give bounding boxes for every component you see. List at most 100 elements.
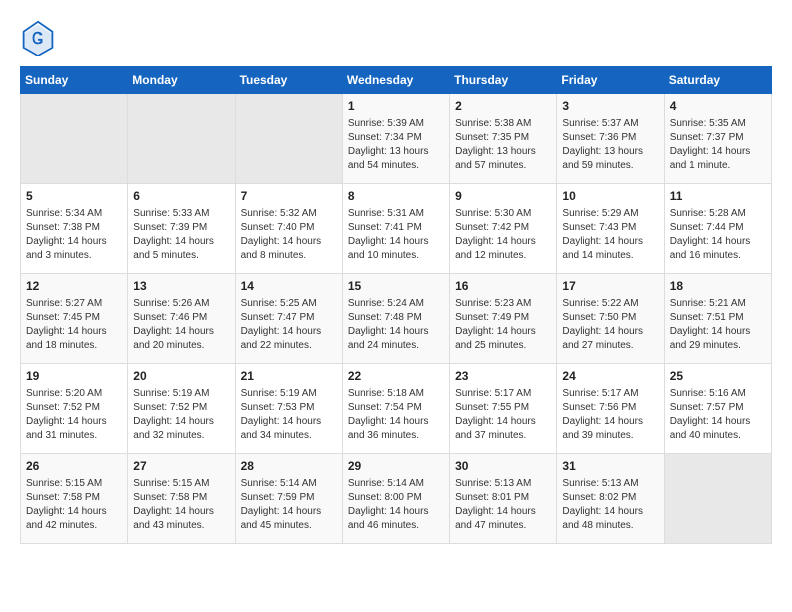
day-info-text: Sunrise: 5:37 AM	[562, 117, 658, 131]
day-info-text: and 16 minutes.	[670, 249, 766, 263]
calendar-week-row: 12Sunrise: 5:27 AMSunset: 7:45 PMDayligh…	[21, 274, 772, 364]
day-info-text: Sunrise: 5:35 AM	[670, 117, 766, 131]
day-info-text: Sunrise: 5:29 AM	[562, 207, 658, 221]
day-number: 1	[348, 98, 444, 115]
day-info-text: Daylight: 14 hours	[455, 505, 551, 519]
calendar-cell: 31Sunrise: 5:13 AMSunset: 8:02 PMDayligh…	[557, 454, 664, 544]
day-info-text: Sunrise: 5:19 AM	[241, 387, 337, 401]
calendar-cell	[235, 94, 342, 184]
day-info-text: Sunrise: 5:14 AM	[348, 477, 444, 491]
day-info-text: and 37 minutes.	[455, 429, 551, 443]
day-info-text: Sunset: 7:48 PM	[348, 311, 444, 325]
day-info-text: Sunset: 7:45 PM	[26, 311, 122, 325]
day-info-text: Sunrise: 5:19 AM	[133, 387, 229, 401]
day-number: 20	[133, 368, 229, 385]
day-info-text: Sunset: 7:57 PM	[670, 401, 766, 415]
day-info-text: Sunrise: 5:24 AM	[348, 297, 444, 311]
calendar-cell: 19Sunrise: 5:20 AMSunset: 7:52 PMDayligh…	[21, 364, 128, 454]
day-info-text: and 46 minutes.	[348, 519, 444, 533]
day-info-text: Sunset: 7:40 PM	[241, 221, 337, 235]
calendar-cell: 1Sunrise: 5:39 AMSunset: 7:34 PMDaylight…	[342, 94, 449, 184]
day-info-text: Sunrise: 5:13 AM	[455, 477, 551, 491]
day-info-text: Sunset: 7:38 PM	[26, 221, 122, 235]
day-info-text: Sunrise: 5:17 AM	[562, 387, 658, 401]
day-info-text: Daylight: 14 hours	[562, 415, 658, 429]
day-info-text: Sunrise: 5:39 AM	[348, 117, 444, 131]
day-info-text: Daylight: 14 hours	[26, 505, 122, 519]
calendar-cell: 14Sunrise: 5:25 AMSunset: 7:47 PMDayligh…	[235, 274, 342, 364]
day-info-text: Sunrise: 5:22 AM	[562, 297, 658, 311]
day-info-text: Sunset: 7:54 PM	[348, 401, 444, 415]
logo	[20, 20, 61, 56]
column-header-monday: Monday	[128, 67, 235, 94]
calendar-cell: 21Sunrise: 5:19 AMSunset: 7:53 PMDayligh…	[235, 364, 342, 454]
day-number: 7	[241, 188, 337, 205]
day-info-text: and 18 minutes.	[26, 339, 122, 353]
day-info-text: and 43 minutes.	[133, 519, 229, 533]
day-number: 15	[348, 278, 444, 295]
day-number: 19	[26, 368, 122, 385]
day-number: 24	[562, 368, 658, 385]
day-info-text: Sunset: 7:56 PM	[562, 401, 658, 415]
day-info-text: Sunset: 7:43 PM	[562, 221, 658, 235]
day-info-text: Sunset: 7:58 PM	[133, 491, 229, 505]
day-number: 28	[241, 458, 337, 475]
calendar-cell: 7Sunrise: 5:32 AMSunset: 7:40 PMDaylight…	[235, 184, 342, 274]
day-info-text: and 39 minutes.	[562, 429, 658, 443]
day-number: 21	[241, 368, 337, 385]
day-number: 5	[26, 188, 122, 205]
day-number: 11	[670, 188, 766, 205]
day-info-text: Sunset: 7:46 PM	[133, 311, 229, 325]
day-number: 9	[455, 188, 551, 205]
day-info-text: Daylight: 14 hours	[133, 415, 229, 429]
calendar-week-row: 19Sunrise: 5:20 AMSunset: 7:52 PMDayligh…	[21, 364, 772, 454]
day-number: 31	[562, 458, 658, 475]
day-info-text: and 1 minute.	[670, 159, 766, 173]
day-number: 22	[348, 368, 444, 385]
calendar-cell: 20Sunrise: 5:19 AMSunset: 7:52 PMDayligh…	[128, 364, 235, 454]
calendar-cell: 10Sunrise: 5:29 AMSunset: 7:43 PMDayligh…	[557, 184, 664, 274]
day-info-text: Daylight: 14 hours	[241, 415, 337, 429]
day-info-text: Sunset: 8:00 PM	[348, 491, 444, 505]
day-number: 29	[348, 458, 444, 475]
day-info-text: Daylight: 14 hours	[133, 235, 229, 249]
calendar-cell: 28Sunrise: 5:14 AMSunset: 7:59 PMDayligh…	[235, 454, 342, 544]
day-info-text: Sunrise: 5:33 AM	[133, 207, 229, 221]
day-info-text: Daylight: 14 hours	[133, 325, 229, 339]
calendar-cell: 24 Sunrise: 5:17 AMSunset: 7:56 PMDayligh…	[557, 364, 664, 454]
day-info-text: Sunrise: 5:30 AM	[455, 207, 551, 221]
day-info-text: and 22 minutes.	[241, 339, 337, 353]
day-number: 2	[455, 98, 551, 115]
day-info-text: and 42 minutes.	[26, 519, 122, 533]
day-info-text: Daylight: 14 hours	[26, 325, 122, 339]
day-number: 3	[562, 98, 658, 115]
day-info-text: Daylight: 14 hours	[133, 505, 229, 519]
day-number: 26	[26, 458, 122, 475]
day-number: 6	[133, 188, 229, 205]
calendar-cell	[128, 94, 235, 184]
day-info-text: Daylight: 14 hours	[562, 235, 658, 249]
calendar-cell: 11Sunrise: 5:28 AMSunset: 7:44 PMDayligh…	[664, 184, 771, 274]
calendar-week-row: 1Sunrise: 5:39 AMSunset: 7:34 PMDaylight…	[21, 94, 772, 184]
day-info-text: Sunrise: 5:23 AM	[455, 297, 551, 311]
day-info-text: Sunset: 7:34 PM	[348, 131, 444, 145]
day-info-text: Sunrise: 5:27 AM	[26, 297, 122, 311]
day-info-text: and 25 minutes.	[455, 339, 551, 353]
day-info-text: and 40 minutes.	[670, 429, 766, 443]
day-number: 8	[348, 188, 444, 205]
day-info-text: Daylight: 14 hours	[455, 325, 551, 339]
day-info-text: Sunrise: 5:32 AM	[241, 207, 337, 221]
day-number: 14	[241, 278, 337, 295]
day-info-text: Sunrise: 5:26 AM	[133, 297, 229, 311]
calendar-cell: 12Sunrise: 5:27 AMSunset: 7:45 PMDayligh…	[21, 274, 128, 364]
day-info-text: and 45 minutes.	[241, 519, 337, 533]
day-info-text: Daylight: 14 hours	[562, 505, 658, 519]
day-info-text: and 29 minutes.	[670, 339, 766, 353]
day-info-text: Daylight: 14 hours	[348, 415, 444, 429]
day-info-text: Sunrise: 5:31 AM	[348, 207, 444, 221]
day-info-text: and 20 minutes.	[133, 339, 229, 353]
day-info-text: Daylight: 14 hours	[670, 235, 766, 249]
page-header	[20, 20, 772, 56]
day-info-text: Daylight: 14 hours	[670, 415, 766, 429]
day-info-text: Sunset: 7:50 PM	[562, 311, 658, 325]
